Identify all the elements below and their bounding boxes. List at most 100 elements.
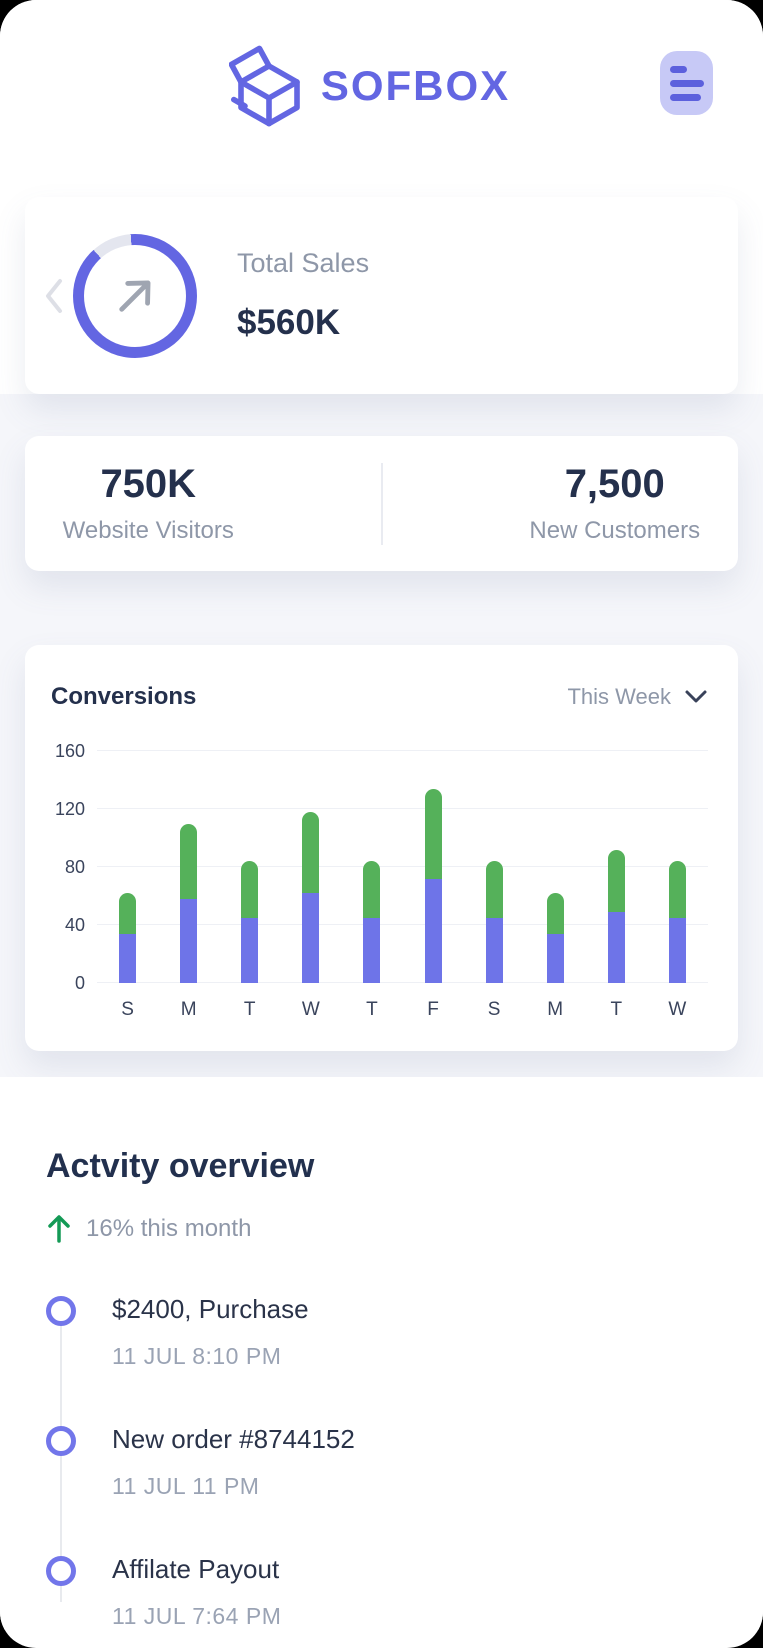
timeline-item-time: 11 JUL 11 PM [112,1473,355,1500]
sales-value: $560K [237,303,369,343]
x-axis-label: W [280,999,341,1021]
activity-trend: 16% this month [46,1214,717,1244]
timeline-item-title: $2400, Purchase [112,1294,309,1325]
timeline-dot-icon [46,1426,76,1456]
phone-screen: SOFBOX Total Sales $560K [0,0,763,1648]
sales-label: Total Sales [237,248,369,279]
activity-section: Actvity overview 16% this month $2400, P… [0,1077,763,1630]
bar-segment-primary [425,879,442,983]
menu-button[interactable] [660,51,713,115]
bar-segment-secondary [608,850,625,912]
stacked-bar [402,751,463,983]
arrow-up-right-icon [106,267,164,325]
bar-segment-secondary [669,861,686,918]
brand-name: SOFBOX [321,62,510,110]
stat-website-visitors: 750K Website Visitors [25,462,272,545]
bar-segment-primary [486,918,503,983]
bar-series [97,751,708,983]
bar-segment-secondary [180,824,197,899]
bar-segment-secondary [486,861,503,918]
divider [381,463,383,545]
bar-segment-primary [241,918,258,983]
bar-segment-secondary [547,893,564,934]
stacked-bar [219,751,280,983]
chevron-down-icon [684,689,708,705]
y-axis-label: 120 [51,799,85,819]
bar-segment-primary [180,899,197,983]
activity-title: Actvity overview [46,1147,717,1186]
stats-card: 750K Website Visitors 7,500 New Customer… [25,436,738,571]
timeline-item-time: 11 JUL 8:10 PM [112,1343,309,1370]
logo: SOFBOX [229,41,510,131]
stacked-bar [97,751,158,983]
timeline-item: New order #8744152 11 JUL 11 PM [46,1424,717,1500]
bar-segment-primary [669,918,686,983]
chevron-left-icon [39,273,69,319]
x-axis-label: T [586,999,647,1021]
sales-text: Total Sales $560K [237,248,369,343]
y-axis-label: 0 [51,973,85,993]
chart-header: Conversions This Week [51,683,708,711]
timeline-item-time: 11 JUL 7:64 PM [112,1603,281,1630]
conversions-card: Conversions This Week 04080120160 SMTWTF… [25,645,738,1051]
y-axis-label: 80 [51,857,85,877]
bar-segment-secondary [425,789,442,879]
timeline-item-text: Affilate Payout 11 JUL 7:64 PM [112,1554,281,1630]
y-axis-label: 40 [51,915,85,935]
menu-icon [670,94,701,101]
menu-icon [670,80,704,87]
period-dropdown[interactable]: This Week [567,684,708,710]
timeline-item: $2400, Purchase 11 JUL 8:10 PM [46,1294,717,1370]
bar-segment-secondary [302,812,319,893]
timeline-dot-icon [46,1296,76,1326]
y-axis-label: 160 [51,741,85,761]
timeline-item: Affilate Payout 11 JUL 7:64 PM [46,1554,717,1630]
bar-segment-secondary [119,893,136,934]
carousel-prev-button[interactable] [39,273,69,319]
sales-progress-ring [73,234,197,358]
x-axis-label: S [464,999,525,1021]
stacked-bar [525,751,586,983]
arrow-up-icon [46,1214,72,1244]
x-axis-label: S [97,999,158,1021]
bar-segment-primary [119,934,136,983]
x-axis-label: M [158,999,219,1021]
stat-label: Website Visitors [63,517,234,545]
timeline-item-title: Affilate Payout [112,1554,281,1585]
timeline-item-text: New order #8744152 11 JUL 11 PM [112,1424,355,1500]
x-axis-label: M [525,999,586,1021]
total-sales-card[interactable]: Total Sales $560K [25,197,738,394]
x-axis-label: T [219,999,280,1021]
trend-text: 16% this month [86,1215,251,1243]
chart-title: Conversions [51,683,196,711]
stacked-bar [158,751,219,983]
bar-segment-secondary [363,861,380,918]
x-axis-label: W [647,999,708,1021]
menu-icon [670,66,687,73]
chart-plot: 04080120160 [97,751,708,983]
x-axis-label: F [402,999,463,1021]
stacked-bar [586,751,647,983]
bar-segment-secondary [241,861,258,918]
bar-segment-primary [608,912,625,983]
chart-xlabels: SMTWTFSMTW [97,999,708,1021]
bar-segment-primary [547,934,564,983]
timeline-item-title: New order #8744152 [112,1424,355,1455]
stacked-bar [341,751,402,983]
timeline-dot-icon [46,1556,76,1586]
activity-timeline: $2400, Purchase 11 JUL 8:10 PM New order… [46,1294,717,1630]
timeline-item-text: $2400, Purchase 11 JUL 8:10 PM [112,1294,309,1370]
period-label: This Week [567,684,671,710]
x-axis-label: T [341,999,402,1021]
stat-new-customers: 7,500 New Customers [492,462,739,545]
content-band: 750K Website Visitors 7,500 New Customer… [0,394,763,1077]
box-logo-icon [229,41,309,131]
stat-value: 750K [100,462,196,507]
stacked-bar [280,751,341,983]
header: SOFBOX [0,0,763,172]
chart-area: 04080120160 SMTWTFSMTW [51,751,708,1021]
bar-segment-primary [363,918,380,983]
stat-label: New Customers [529,517,700,545]
stat-value: 7,500 [565,462,665,507]
bar-segment-primary [302,893,319,983]
